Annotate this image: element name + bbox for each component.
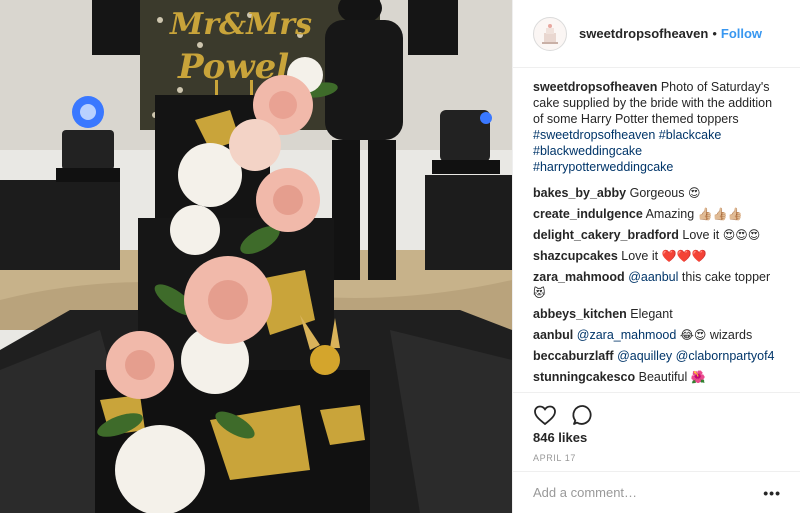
comment-username[interactable]: aanbul <box>533 328 573 342</box>
comment-username[interactable]: delight_cakery_bradford <box>533 228 679 242</box>
cake-photo-illustration: Mr&Mrs Powel <box>0 0 512 513</box>
follow-button[interactable]: Follow <box>721 26 762 41</box>
more-options-icon[interactable]: ••• <box>763 485 781 501</box>
comment-mention[interactable]: @aanbul <box>628 270 678 284</box>
header-username[interactable]: sweetdropsofheaven <box>579 26 708 41</box>
comment-mention[interactable]: @aquilley <box>617 349 672 363</box>
comment-text: Elegant <box>630 307 673 321</box>
post-header: sweetdropsofheaven • Follow <box>513 0 800 68</box>
comment-emoji: 👍🏼👍🏼👍🏼 <box>697 207 743 221</box>
comment-username[interactable]: shazcupcakes <box>533 249 618 263</box>
comment-text: this cake topper <box>681 270 771 284</box>
comment-bubble-icon[interactable] <box>571 403 595 427</box>
comment-item: abbeys_kitchen Elegant <box>533 306 781 322</box>
hashtag-link[interactable]: #sweetdropsofheaven <box>533 128 655 142</box>
comment-emoji: 😻 <box>533 286 546 300</box>
heart-icon[interactable] <box>533 403 557 427</box>
stage-light-right <box>432 110 500 174</box>
comment-emoji: 🌺 <box>690 370 706 384</box>
caption: sweetdropsofheaven Photo of Saturday's c… <box>533 79 781 175</box>
comment-text: Beautiful <box>638 370 688 384</box>
comment-item: delight_cakery_bradford Love it 😍😍😍 <box>533 227 781 243</box>
comment-username[interactable]: abbeys_kitchen <box>533 307 627 321</box>
post-date[interactable]: APRIL 17 <box>533 453 576 463</box>
post-photo[interactable]: Mr&Mrs Powel <box>0 0 512 513</box>
comment-username[interactable]: stunningcakesco <box>533 370 635 384</box>
comment-text: wizards <box>709 328 753 342</box>
post-actions: 846 likes APRIL 17 Add a comment… ••• <box>513 392 800 512</box>
caption-username[interactable]: sweetdropsofheaven <box>533 80 657 94</box>
comment-text: Love it <box>621 249 659 263</box>
avatar[interactable] <box>533 16 567 51</box>
hashtag-link[interactable]: #blackweddingcake <box>533 144 642 158</box>
add-comment-bar: Add a comment… ••• <box>513 471 800 513</box>
comment-text: Amazing <box>645 207 695 221</box>
action-icons <box>533 403 595 427</box>
comment-emoji: 😍😍😍 <box>722 228 761 242</box>
comments-list[interactable]: sweetdropsofheaven Photo of Saturday's c… <box>513 69 800 391</box>
comment-mention[interactable]: @clabornpartyof4 <box>676 349 775 363</box>
comment-item: bakes_by_abby Gorgeous 😍 <box>533 185 781 201</box>
comment-emoji: ❤️❤️❤️ <box>661 249 707 263</box>
likes-count[interactable]: 846 likes <box>533 430 587 445</box>
header-separator: • <box>712 26 717 41</box>
post-side-panel: sweetdropsofheaven • Follow sweetdropsof… <box>512 0 800 513</box>
add-comment-input[interactable]: Add a comment… <box>533 485 763 500</box>
comment-username[interactable]: create_indulgence <box>533 207 643 221</box>
comment-emoji: 😍 <box>687 186 701 200</box>
comment-emoji: 😂😍 <box>679 328 707 342</box>
comment-item: create_indulgence Amazing 👍🏼👍🏼👍🏼 <box>533 206 781 222</box>
cake-logo-icon <box>542 23 558 44</box>
comment-text: Gorgeous <box>629 186 685 200</box>
comment-username[interactable]: bakes_by_abby <box>533 186 626 200</box>
comment-mention[interactable]: @zara_mahmood <box>577 328 677 342</box>
comment-username[interactable]: zara_mahmood <box>533 270 625 284</box>
comment-item: shazcupcakes Love it ❤️❤️❤️ <box>533 248 781 264</box>
comment-item: stunningcakesco Beautiful 🌺 <box>533 369 781 385</box>
svg-text:Mr&Mrs: Mr&Mrs <box>169 7 312 42</box>
comment-item: aanbul @zara_mahmood 😂😍 wizards <box>533 327 781 343</box>
comment-username[interactable]: beccaburzlaff <box>533 349 614 363</box>
comment-item: zara_mahmood @aanbul this cake topper 😻 <box>533 269 781 301</box>
comment-text: Love it <box>682 228 720 242</box>
comment-item: beccaburzlaff @aquilley @clabornpartyof4 <box>533 348 781 364</box>
hashtag-link[interactable]: #harrypotterweddingcake <box>533 160 673 174</box>
hashtag-link[interactable]: #blackcake <box>659 128 722 142</box>
